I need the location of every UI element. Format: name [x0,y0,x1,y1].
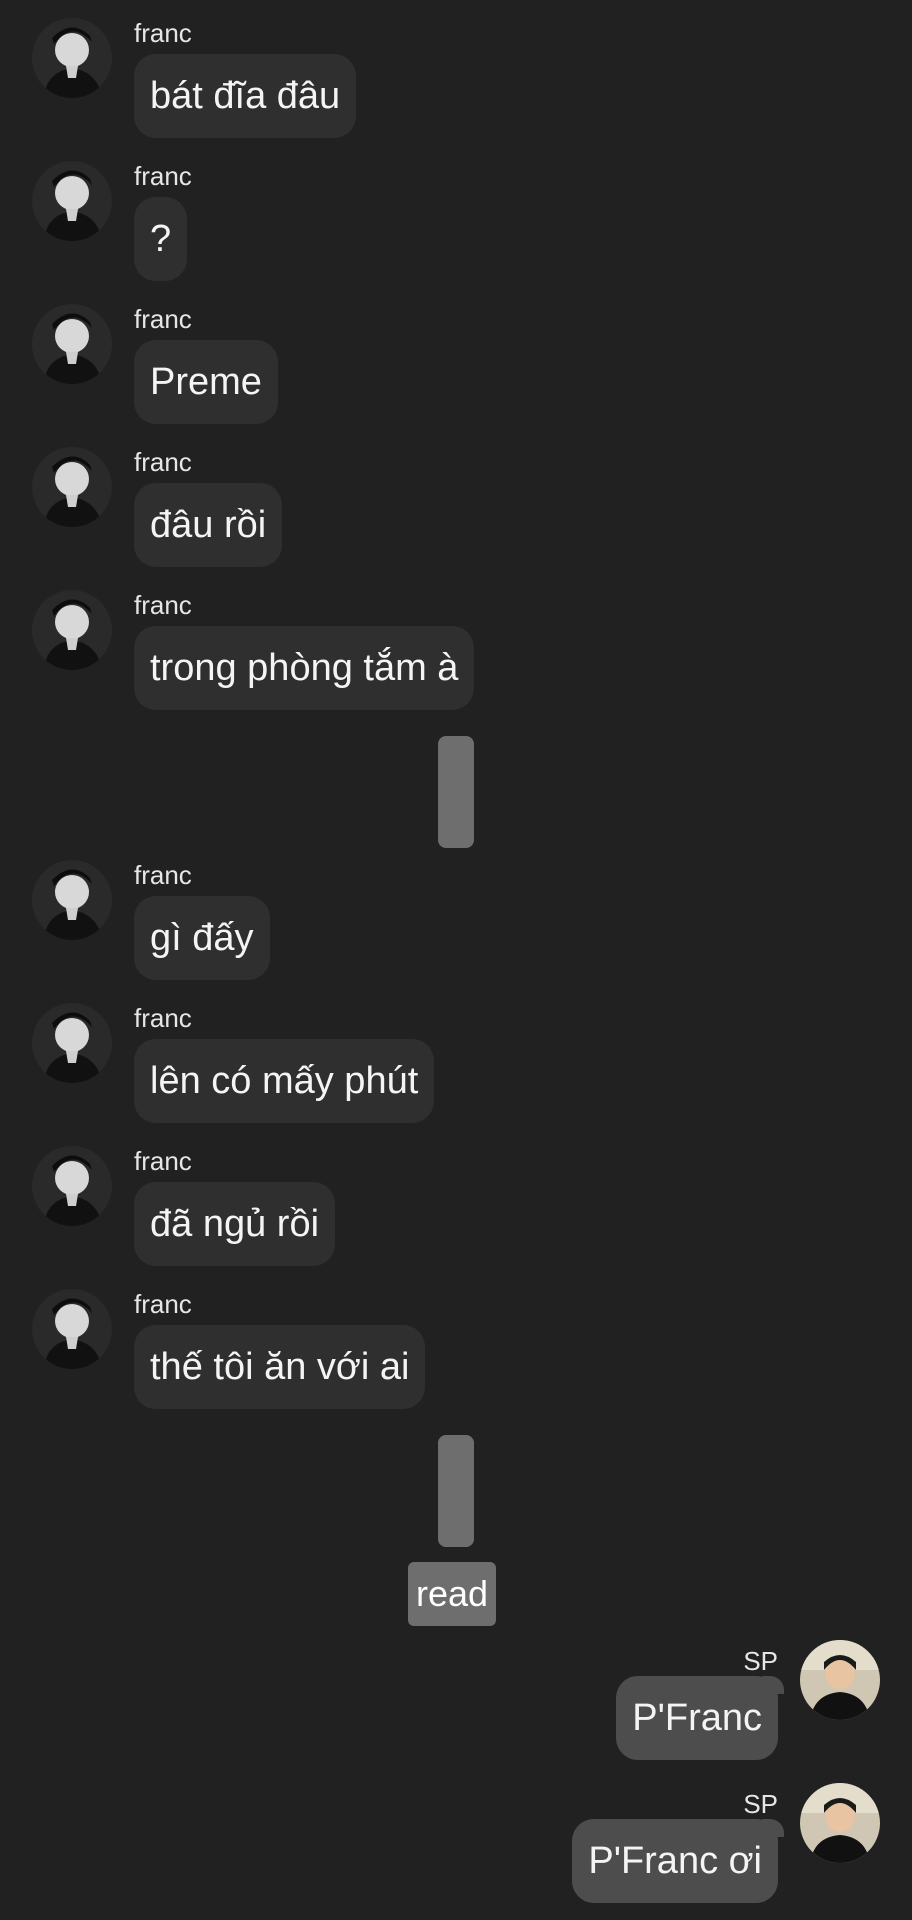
franc-avatar-icon[interactable] [32,161,112,241]
franc-avatar-icon[interactable] [32,1289,112,1369]
redaction-marker [438,736,474,848]
franc-avatar-icon[interactable] [32,1146,112,1226]
franc-avatar-icon[interactable] [32,447,112,527]
sender-name: franc [134,1003,192,1033]
franc-avatar-icon[interactable] [32,304,112,384]
message-bubble[interactable]: P'Franc ơi [572,1819,784,1903]
message-bubble[interactable]: đâu rồi [134,483,283,567]
message-bubble[interactable]: trong phòng tắm à [134,626,475,710]
redaction-marker [438,1435,474,1547]
message-bubble[interactable]: gì đấy [134,896,270,980]
message-bubble[interactable]: ? [134,197,188,281]
sender-name: franc [134,304,192,334]
sp-avatar-icon[interactable] [800,1640,880,1720]
chat-thread: franc bát đĩa đâu franc ? franc Preme fr… [0,0,912,1920]
sender-name: SP [743,1646,778,1676]
sender-name: franc [134,447,192,477]
sender-name: franc [134,590,192,620]
sender-name: SP [743,1789,778,1819]
franc-avatar-icon[interactable] [32,860,112,940]
franc-avatar-icon[interactable] [32,1003,112,1083]
franc-avatar-icon[interactable] [32,18,112,98]
message-bubble[interactable]: bát đĩa đâu [134,54,357,138]
sender-name: franc [134,860,192,890]
message-bubble[interactable]: lên có mấy phút [134,1039,435,1123]
read-receipt: read [408,1562,497,1626]
message-bubble[interactable]: P'Franc [616,1676,784,1760]
message-bubble[interactable]: đã ngủ rồi [134,1182,336,1266]
message-bubble[interactable]: Preme [134,340,278,424]
sender-name: franc [134,161,192,191]
franc-avatar-icon[interactable] [32,590,112,670]
sender-name: franc [134,1146,192,1176]
sender-name: franc [134,1289,192,1319]
sender-name: franc [134,18,192,48]
message-bubble[interactable]: thế tôi ăn với ai [134,1325,426,1409]
sp-avatar-icon[interactable] [800,1783,880,1863]
